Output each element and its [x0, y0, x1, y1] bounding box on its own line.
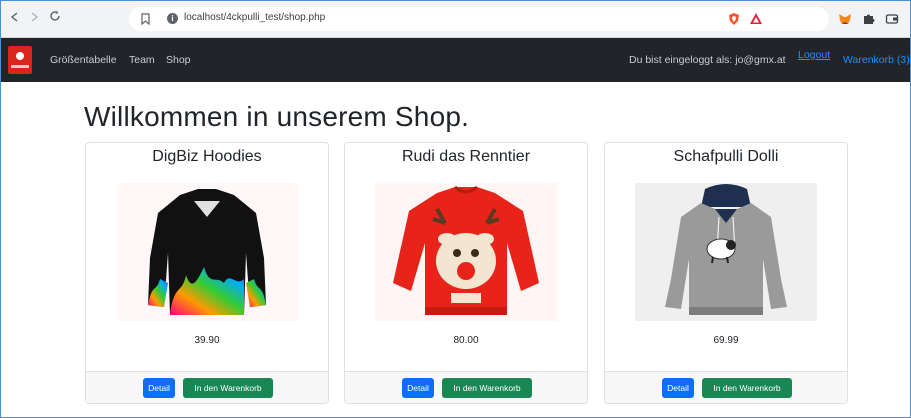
product-price: 69.99 [713, 335, 739, 346]
address-bar[interactable]: i localhost/4ckpulli_test/shop.php [129, 7, 829, 31]
brave-rewards-icon[interactable] [749, 12, 763, 26]
card-footer: Detail In den Warenkorb [605, 371, 847, 403]
logged-in-text: Du bist eingeloggt als: jo@gmx.at [629, 54, 786, 66]
info-icon[interactable]: i [167, 13, 178, 24]
page-title: Willkommen in unserem Shop. [84, 101, 470, 132]
brave-shield-icon[interactable] [727, 12, 741, 26]
product-card: Schafpulli Dolli 69.99 Detail In den War… [604, 142, 848, 404]
back-arrow-icon[interactable] [7, 10, 23, 26]
product-title: Schafpulli Dolli [673, 148, 779, 165]
brand-logo-text [11, 65, 29, 68]
bookmark-icon[interactable] [141, 12, 150, 26]
product-card: DigBiz Hoodies 39.90 Detail In den Waren… [85, 142, 329, 404]
product-title: DigBiz Hoodies [152, 148, 262, 165]
brand-logo[interactable] [8, 46, 32, 74]
add-to-cart-button[interactable]: In den Warenkorb [702, 378, 792, 398]
detail-button[interactable]: Detail [143, 378, 175, 398]
site-navbar: Größentabelle Team Shop Du bist eingelog… [1, 38, 910, 82]
browser-window: i localhost/4ckpulli_test/shop.php Größe… [0, 0, 911, 418]
detail-button[interactable]: Detail [402, 378, 434, 398]
product-price: 39.90 [194, 335, 220, 346]
product-title: Rudi das Renntier [401, 148, 531, 165]
add-to-cart-button[interactable]: In den Warenkorb [442, 378, 532, 398]
product-image[interactable] [635, 183, 817, 321]
puzzle-icon[interactable] [862, 12, 876, 26]
wallet-icon[interactable] [885, 12, 899, 26]
product-price: 80.00 [453, 335, 479, 346]
product-card: Rudi das Renntier 80.00 Detail In den Wa… [344, 142, 588, 404]
metamask-fox-icon[interactable] [838, 12, 852, 26]
card-footer: Detail In den Warenkorb [86, 371, 328, 403]
forward-arrow-icon[interactable] [26, 10, 42, 26]
logout-link[interactable]: Logout [798, 49, 830, 61]
add-to-cart-button[interactable]: In den Warenkorb [183, 378, 273, 398]
url-text[interactable]: localhost/4ckpulli_test/shop.php [184, 12, 325, 23]
card-footer: Detail In den Warenkorb [345, 371, 587, 403]
detail-button[interactable]: Detail [662, 378, 694, 398]
browser-toolbar: i localhost/4ckpulli_test/shop.php [1, 1, 910, 38]
reload-icon[interactable] [47, 10, 63, 26]
product-image[interactable] [116, 183, 298, 321]
brand-logo-mark [16, 52, 24, 60]
nav-link-team[interactable]: Team [129, 54, 155, 66]
nav-link-shop[interactable]: Shop [166, 54, 191, 66]
cart-link[interactable]: Warenkorb (3) [843, 54, 910, 66]
product-image[interactable] [375, 183, 557, 321]
nav-link-groessentabelle[interactable]: Größentabelle [50, 54, 117, 66]
